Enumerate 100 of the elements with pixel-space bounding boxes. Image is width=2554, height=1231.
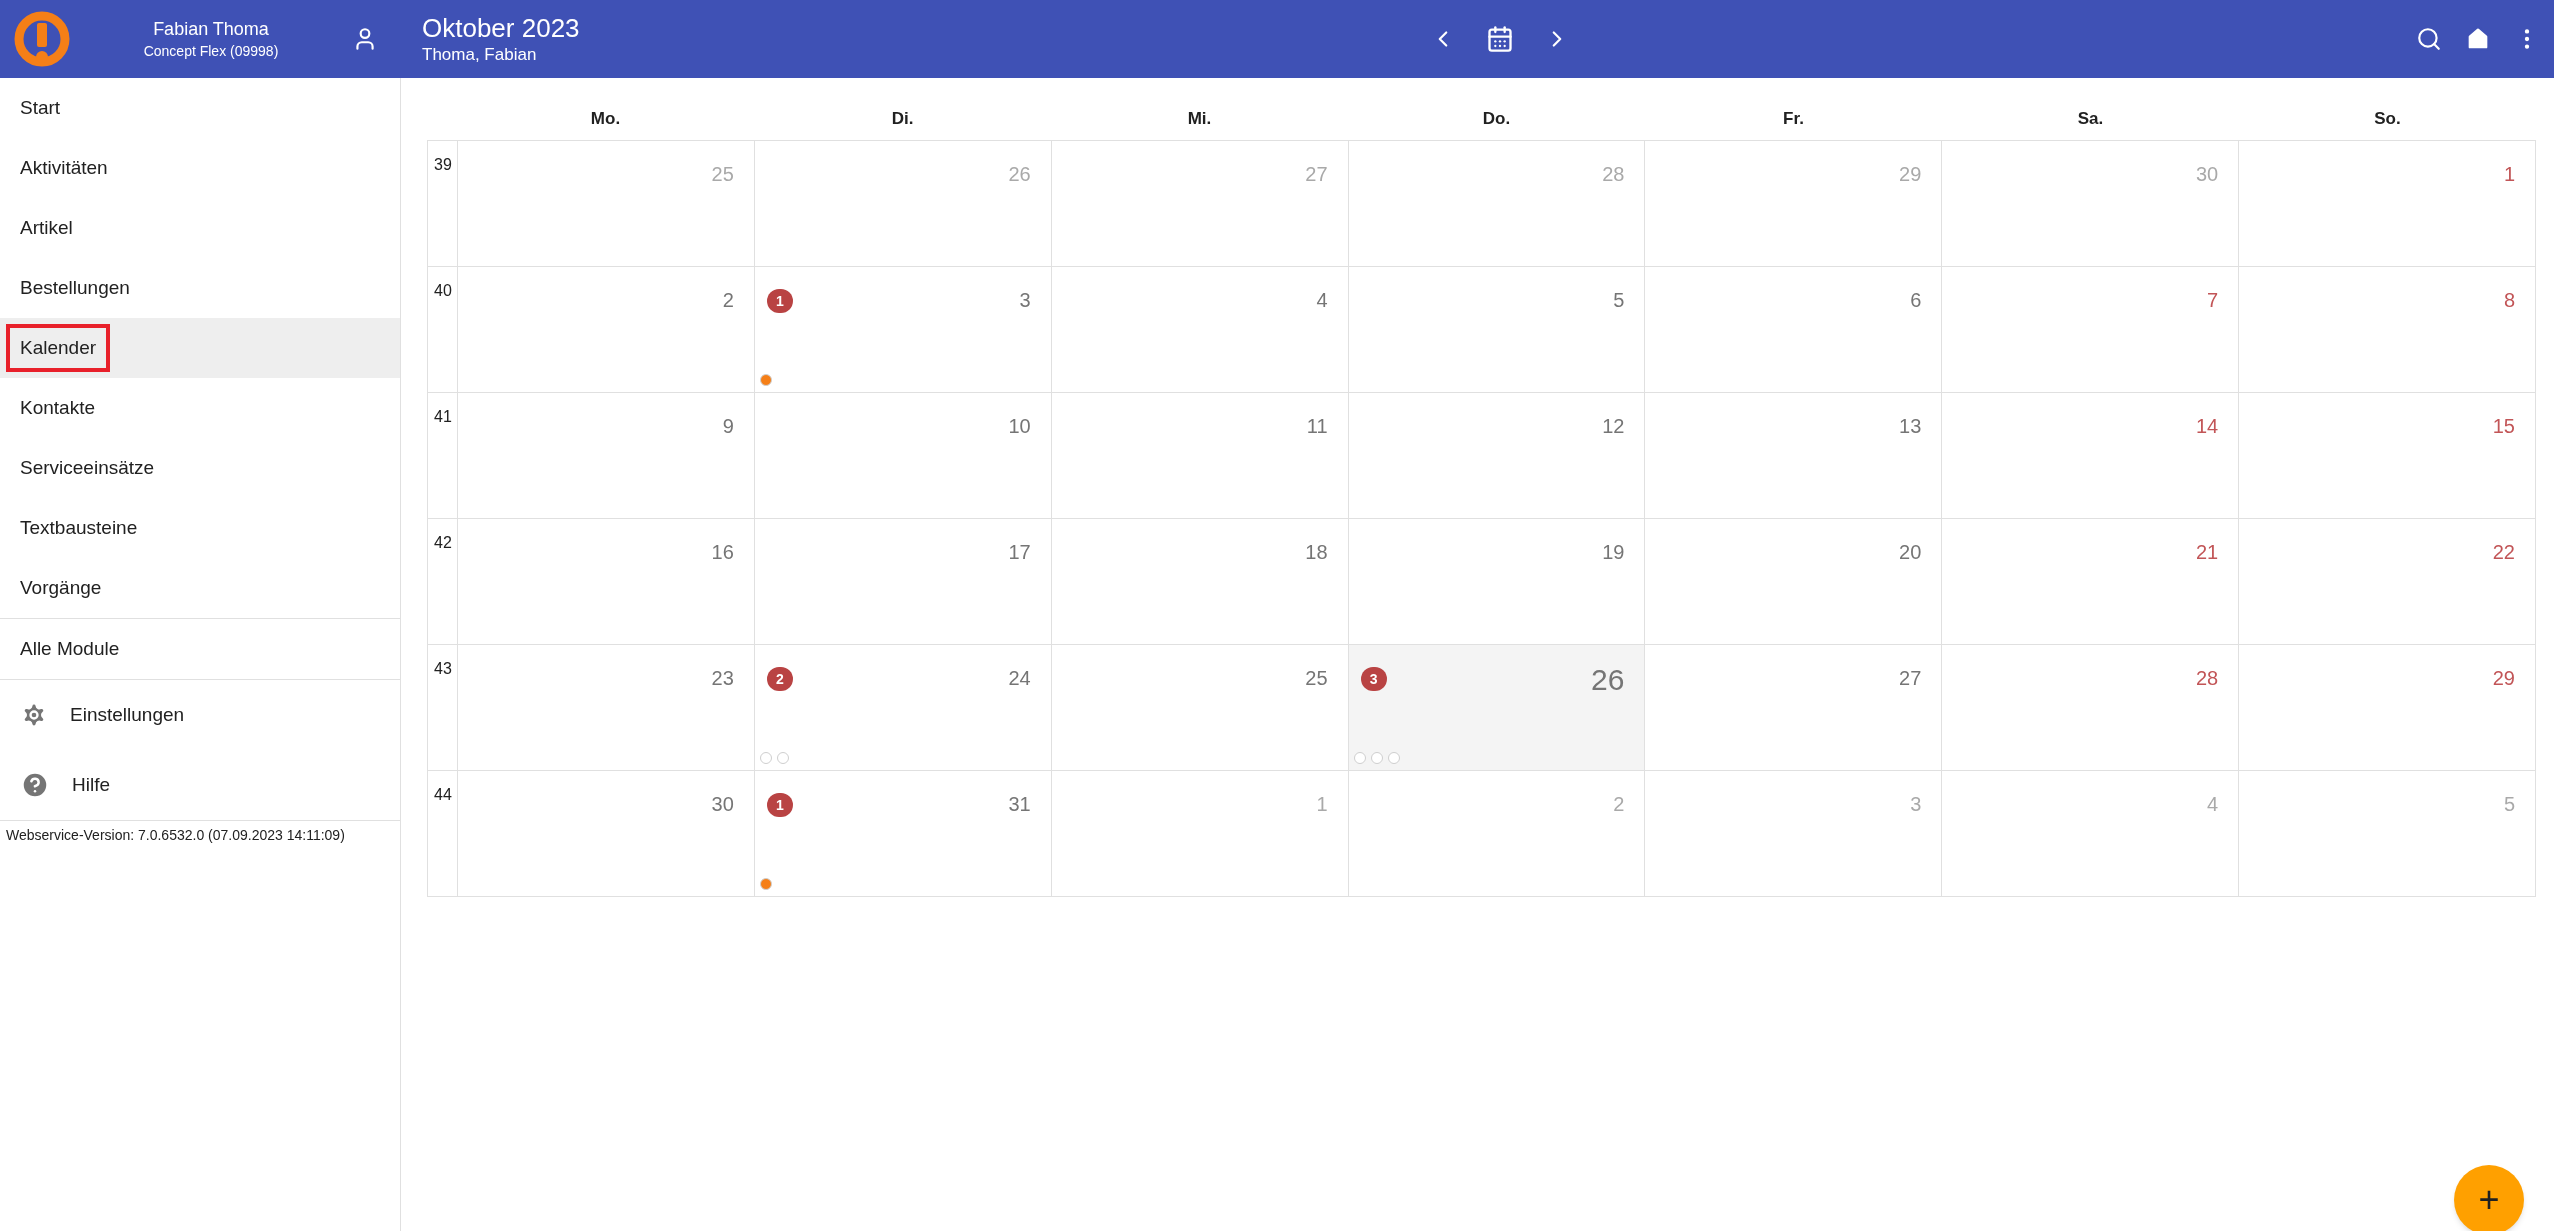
event-count-badge: 3 — [1360, 667, 1387, 691]
day-number: 16 — [711, 540, 735, 565]
calendar-icon[interactable] — [1485, 25, 1514, 53]
search-icon[interactable] — [2416, 26, 2442, 52]
day-cell[interactable]: 8 — [2239, 267, 2536, 393]
day-number: 30 — [2195, 162, 2220, 187]
day-cell[interactable]: 17 — [754, 519, 1052, 645]
nav-label: Kalender — [6, 323, 111, 373]
day-cell[interactable]: 21 — [1942, 519, 2240, 645]
day-cell[interactable]: 16 — [458, 519, 755, 645]
day-cell[interactable]: 20 — [1645, 519, 1943, 645]
day-number: 14 — [2195, 414, 2220, 439]
day-cell[interactable]: 29 — [2239, 645, 2536, 771]
day-cell[interactable]: 25 — [1051, 645, 1349, 771]
nav-label: Bestellungen — [19, 275, 131, 300]
day-number: 20 — [1899, 540, 1923, 565]
add-button[interactable]: + — [2454, 1165, 2524, 1231]
day-cell[interactable]: 2 — [1348, 771, 1646, 897]
day-number: 26 — [1591, 662, 1626, 698]
weekday-header: Di. — [890, 108, 915, 131]
weekday-header: So. — [2373, 108, 2402, 131]
day-cell[interactable]: 9 — [458, 393, 755, 519]
day-cell[interactable]: 19 — [1348, 519, 1646, 645]
day-cell[interactable]: 1 3 — [754, 267, 1052, 393]
day-number: 28 — [2195, 666, 2220, 691]
day-cell[interactable]: 15 — [2239, 393, 2536, 519]
day-number: 18 — [1305, 540, 1329, 565]
day-number: 5 — [1613, 288, 1626, 313]
day-cell[interactable]: 12 — [1348, 393, 1646, 519]
day-number: 22 — [2492, 540, 2516, 565]
day-number: 23 — [711, 666, 735, 691]
day-number: 26 — [1008, 162, 1032, 187]
day-cell[interactable]: 2 24 — [754, 645, 1052, 771]
nav-item[interactable]: Hilfe — [72, 770, 110, 800]
day-cell[interactable]: 28 — [1348, 141, 1646, 267]
nav-item[interactable]: Einstellungen — [70, 700, 185, 730]
page-subtitle: Thoma, Fabian — [422, 44, 538, 66]
day-cell[interactable]: 3 26 — [1348, 645, 1646, 771]
logo-icon — [14, 11, 70, 67]
day-number: 15 — [2492, 414, 2516, 439]
day-number: 25 — [1305, 666, 1329, 691]
day-number: 4 — [1316, 288, 1329, 313]
nav-item[interactable]: Kalender — [0, 318, 400, 378]
day-cell[interactable]: 30 — [458, 771, 755, 897]
nav-label: Aktivitäten — [19, 155, 109, 180]
week-number: 44 — [434, 786, 452, 803]
day-cell[interactable]: 30 — [1942, 141, 2240, 267]
day-cell[interactable]: 13 — [1645, 393, 1943, 519]
day-cell[interactable]: 23 — [458, 645, 755, 771]
day-number: 7 — [2207, 288, 2220, 313]
nav-item[interactable]: Alle Module — [0, 619, 400, 679]
day-cell[interactable]: 5 — [2239, 771, 2536, 897]
day-number: 9 — [722, 414, 735, 439]
day-cell[interactable]: 25 — [458, 141, 755, 267]
day-number: 1 — [1316, 792, 1329, 817]
day-cell[interactable]: 3 — [1645, 771, 1943, 897]
weekday-header: Fr. — [1782, 108, 1805, 131]
day-cell[interactable]: 1 31 — [754, 771, 1052, 897]
nav-label: Start — [19, 95, 62, 120]
nav-label: Serviceeinsätze — [19, 455, 156, 480]
week-number: 41 — [434, 408, 452, 425]
day-cell[interactable]: 14 — [1942, 393, 2240, 519]
day-cell[interactable]: 27 — [1051, 141, 1349, 267]
day-cell[interactable]: 5 — [1348, 267, 1646, 393]
day-number: 11 — [1306, 414, 1329, 439]
day-number: 1 — [2503, 162, 2516, 187]
day-cell[interactable]: 29 — [1645, 141, 1943, 267]
day-number: 27 — [1305, 162, 1329, 187]
weekday-header: Sa. — [2076, 108, 2105, 131]
day-number: 3 — [1019, 288, 1032, 313]
day-cell[interactable]: 2 — [458, 267, 755, 393]
day-cell[interactable]: 7 — [1942, 267, 2240, 393]
day-number: 21 — [2195, 540, 2220, 565]
day-cell[interactable]: 27 — [1645, 645, 1943, 771]
week-number: 42 — [434, 534, 452, 551]
day-number: 29 — [1899, 162, 1923, 187]
day-cell[interactable]: 4 — [1051, 267, 1349, 393]
day-number: 4 — [2207, 792, 2220, 817]
day-number: 17 — [1008, 540, 1032, 565]
page-title: Oktober 2023 — [422, 12, 580, 44]
day-cell[interactable]: 26 — [754, 141, 1052, 267]
day-cell[interactable]: 1 — [1051, 771, 1349, 897]
day-cell[interactable]: 1 — [2239, 141, 2536, 267]
day-number: 2 — [722, 288, 735, 313]
nav-label: Vorgänge — [19, 575, 103, 600]
event-count-badge: 2 — [766, 667, 793, 691]
day-cell[interactable]: 11 — [1051, 393, 1349, 519]
event-count-badge: 1 — [766, 289, 793, 313]
day-cell[interactable]: 22 — [2239, 519, 2536, 645]
day-number: 12 — [1602, 414, 1626, 439]
nav-label: Textbausteine — [19, 515, 139, 540]
day-cell[interactable]: 18 — [1051, 519, 1349, 645]
version-text: Webservice-Version: 7.0.6532.0 (07.09.2023 14:11:09) — [5, 826, 346, 845]
event-count-badge: 1 — [766, 793, 793, 817]
company-name: Concept Flex (09998) — [143, 42, 279, 61]
day-cell[interactable]: 28 — [1942, 645, 2240, 771]
day-cell[interactable]: 6 — [1645, 267, 1943, 393]
day-cell[interactable]: 10 — [754, 393, 1052, 519]
day-cell[interactable]: 4 — [1942, 771, 2240, 897]
weekday-header: Do. — [1481, 108, 1512, 131]
